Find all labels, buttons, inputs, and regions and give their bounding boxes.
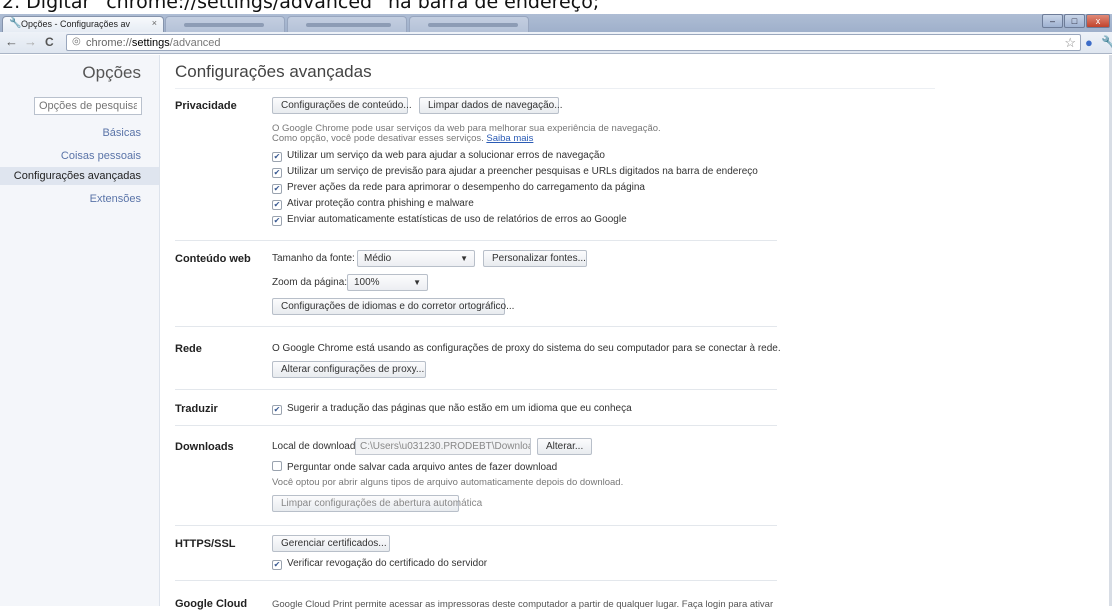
custom-fonts-button[interactable]: Personalizar fontes... <box>483 250 587 267</box>
settings-main: Configurações avançadas Privacidade Conf… <box>160 55 1112 610</box>
change-proxy-button[interactable]: Alterar configurações de proxy... <box>272 361 426 378</box>
checkbox-row[interactable]: ✔ Utilizar um serviço de previsão para aj… <box>272 166 758 178</box>
page-title: Configurações avançadas <box>175 62 372 81</box>
privacy-note-2: Como opção, você pode desativar esses se… <box>272 133 533 144</box>
url-scheme: chrome:// <box>86 37 132 49</box>
checkbox-label: Prever ações da rede para aprimorar o de… <box>287 182 645 193</box>
checkbox-label: Enviar automaticamente estatísticas de u… <box>287 214 627 225</box>
divider <box>175 580 777 581</box>
sidebar-item-configuracoes-avancadas[interactable]: Configurações avançadas <box>0 167 159 185</box>
checkbox-row[interactable]: ✔ Utilizar um serviço da web para ajudar … <box>272 150 605 162</box>
checkbox[interactable]: ✔ <box>272 560 282 570</box>
divider <box>175 88 935 89</box>
checkbox-label: Sugerir a tradução das páginas que não e… <box>287 403 632 414</box>
font-size-label: Tamanho da fonte: <box>272 253 355 264</box>
section-label: Downloads <box>175 441 234 453</box>
checkbox-label: Perguntar onde salvar cada arquivo antes… <box>287 462 558 473</box>
tab-background[interactable] <box>165 16 285 32</box>
close-tab-icon[interactable]: × <box>152 18 157 28</box>
url-path: /advanced <box>169 37 221 49</box>
tab-title: Opções - Configurações av <box>21 19 131 29</box>
caption-text: 2. Digitar “chrome://settings/advanced” … <box>2 0 600 13</box>
checkbox[interactable]: ✔ <box>272 184 282 194</box>
checkbox[interactable]: ✔ <box>272 200 282 210</box>
privacy-note-text: Como opção, você pode desativar esses se… <box>272 133 484 144</box>
checkbox[interactable]: ✔ <box>272 168 282 178</box>
close-window-button[interactable]: x <box>1086 14 1110 28</box>
minimize-button[interactable]: – <box>1042 14 1063 28</box>
checkbox-row[interactable]: ✔ Ativar proteção contra phishing e malwa… <box>272 198 474 210</box>
address-text: chrome://settings/advanced <box>86 37 221 49</box>
download-location-field: C:\Users\u031230.PRODEBT\Downloads <box>355 438 531 455</box>
bookmark-star-icon[interactable]: ☆ <box>1064 35 1076 51</box>
page-icon: ◎ <box>72 36 81 47</box>
network-text: O Google Chrome está usando as configura… <box>272 343 781 354</box>
checkbox-row[interactable]: ✔ Verificar revogação do certificado do s… <box>272 558 487 570</box>
checkbox[interactable]: ✔ <box>272 152 282 162</box>
extension-globe-icon[interactable]: ● <box>1085 35 1093 50</box>
search-input[interactable] <box>34 97 142 115</box>
divider <box>175 240 777 241</box>
checkbox[interactable]: ✔ <box>272 216 282 226</box>
forward-arrow-icon[interactable]: → <box>24 34 37 50</box>
tab-background[interactable] <box>409 16 529 32</box>
font-size-select[interactable]: Médio ▼ <box>357 250 475 267</box>
section-label: Conteúdo web <box>175 253 251 265</box>
checkbox-row[interactable]: ✔ Sugerir a tradução das páginas que não … <box>272 403 632 415</box>
browser-toolbar: ← → C ◎ chrome://settings/advanced ☆ <box>0 32 1112 54</box>
languages-settings-button[interactable]: Configurações de idiomas e do corretor o… <box>272 298 514 315</box>
dropdown-caret-icon: ▼ <box>460 254 468 263</box>
sidebar-title: Opções <box>82 63 141 82</box>
section-label: HTTPS/SSL <box>175 538 236 550</box>
tab-background[interactable] <box>287 16 407 32</box>
change-location-button[interactable]: Alterar... <box>537 438 592 455</box>
address-bar[interactable]: ◎ chrome://settings/advanced ☆ <box>66 34 1081 51</box>
section-label: Google Cloud <box>175 598 248 610</box>
zoom-label: Zoom da página: <box>272 277 348 288</box>
checkbox[interactable] <box>272 461 282 471</box>
select-value: Médio <box>364 253 392 264</box>
checkbox-row[interactable]: ✔ Enviar automaticamente estatísticas de … <box>272 214 627 226</box>
checkbox-row[interactable]: Perguntar onde salvar cada arquivo antes… <box>272 461 557 473</box>
divider <box>175 326 777 327</box>
section-label: Traduzir <box>175 403 218 415</box>
section-label: Privacidade <box>175 100 237 112</box>
settings-sidebar: Opções Básicas Coisas pessoais Configura… <box>0 55 160 606</box>
divider <box>175 425 777 426</box>
title-bar: 🔧 Opções - Configurações av × – □ x <box>0 14 1112 32</box>
learn-more-link[interactable]: Saiba mais <box>486 133 533 144</box>
reload-icon[interactable]: C <box>45 34 54 50</box>
wrench-menu-icon[interactable]: 🔧 <box>1101 35 1112 51</box>
sidebar-item-extensoes[interactable]: Extensões <box>90 193 141 205</box>
divider <box>175 389 777 390</box>
divider <box>175 525 777 526</box>
tab-settings[interactable]: 🔧 Opções - Configurações av × <box>2 16 164 32</box>
checkbox-row[interactable]: ✔ Prever ações da rede para aprimorar o d… <box>272 182 645 194</box>
manage-certificates-button[interactable]: Gerenciar certificados... <box>272 535 390 552</box>
download-location-label: Local de download: <box>272 441 359 452</box>
url-host: settings <box>131 37 170 49</box>
select-value: 100% <box>354 277 380 288</box>
section-label: Rede <box>175 343 202 355</box>
clear-browsing-data-button[interactable]: Limpar dados de navegação... <box>419 97 563 114</box>
wrench-icon: 🔧 <box>9 18 22 29</box>
checkbox-label: Utilizar um serviço da web para ajudar a… <box>287 150 605 161</box>
zoom-select[interactable]: 100% ▼ <box>347 274 428 291</box>
back-arrow-icon[interactable]: ← <box>5 34 18 50</box>
checkbox-label: Ativar proteção contra phishing e malwar… <box>287 198 474 209</box>
checkbox-label: Verificar revogação do certificado do se… <box>287 558 488 569</box>
checkbox-label: Utilizar um serviço de previsão para aju… <box>287 166 758 177</box>
sidebar-item-coisas-pessoais[interactable]: Coisas pessoais <box>61 150 141 162</box>
checkbox[interactable]: ✔ <box>272 405 282 415</box>
maximize-button[interactable]: □ <box>1064 14 1085 28</box>
cloud-print-text: Google Cloud Print permite acessar as im… <box>272 599 774 610</box>
content-settings-button[interactable]: Configurações de conteúdo... <box>272 97 412 114</box>
dropdown-caret-icon: ▼ <box>413 278 421 287</box>
sidebar-item-basicas[interactable]: Básicas <box>102 127 141 139</box>
auto-open-note: Você optou por abrir alguns tipos de arq… <box>272 477 624 488</box>
clear-auto-open-button[interactable]: Limpar configurações de abertura automát… <box>272 495 482 512</box>
